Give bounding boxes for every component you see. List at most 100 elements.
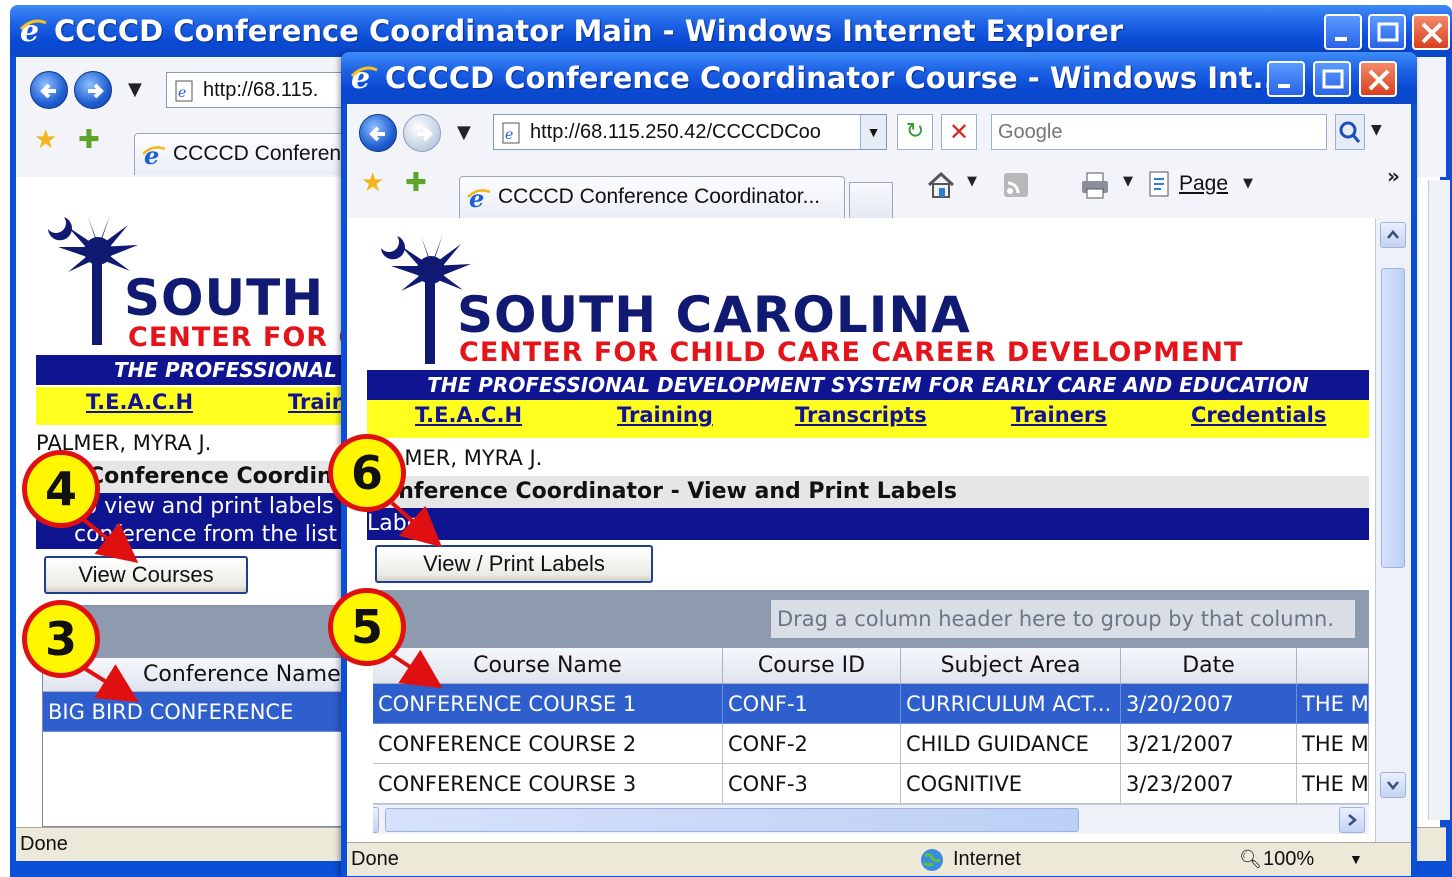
svg-text:e: e xyxy=(178,85,186,101)
callout-6: 6 xyxy=(328,434,406,512)
front-close-button[interactable] xyxy=(1359,61,1397,97)
row2-date[interactable]: 3/21/2007 xyxy=(1121,724,1297,764)
page-dropdown-icon[interactable]: ▼ xyxy=(1243,176,1253,191)
row3-extra[interactable]: THE M xyxy=(1297,764,1369,804)
front-site-nav: T.E.A.C.H Training Transcripts Trainers … xyxy=(367,400,1369,438)
scroll-down-button[interactable] xyxy=(1380,772,1406,798)
callout-5: 5 xyxy=(328,588,406,666)
back-close-button[interactable] xyxy=(1412,14,1450,50)
row2-course-id[interactable]: CONF-2 xyxy=(723,724,901,764)
back-col-conference-name[interactable]: Conference Name xyxy=(43,658,381,692)
front-site-subtitle: CENTER FOR CHILD CARE CAREER DEVELOPMENT xyxy=(459,337,1244,368)
front-status-text: Done xyxy=(351,848,399,870)
row1-course-name[interactable]: CONFERENCE COURSE 1 xyxy=(373,684,723,724)
nav-training-link[interactable]: Training xyxy=(617,403,713,427)
toolbar-overflow-icon[interactable]: » xyxy=(1387,164,1400,188)
row2-subject-area[interactable]: CHILD GUIDANCE xyxy=(901,724,1121,764)
row3-course-id[interactable]: CONF-3 xyxy=(723,764,901,804)
front-banner-text: THE PROFESSIONAL DEVELOPMENT SYSTEM FOR … xyxy=(427,373,1309,397)
view-courses-button[interactable]: View Courses xyxy=(44,556,248,594)
back-grid-row[interactable]: BIG BIRD CONFERENCE xyxy=(43,692,381,732)
row2-extra[interactable]: THE M xyxy=(1297,724,1369,764)
nav-credentials-link[interactable]: Credentials xyxy=(1191,403,1326,427)
course-grid: Drag a column header here to group by th… xyxy=(373,590,1369,842)
back-tab-label: CCCCD Conferenc xyxy=(173,142,352,165)
row2-course-name[interactable]: CONFERENCE COURSE 2 xyxy=(373,724,723,764)
back-tab[interactable]: e CCCCD Conferenc xyxy=(134,133,364,175)
back-minimize-button[interactable] xyxy=(1324,14,1362,50)
add-favorites-icon[interactable]: ✚ xyxy=(405,168,427,198)
row3-subject-area[interactable]: COGNITIVE xyxy=(901,764,1121,804)
back-nav-training-link[interactable]: Train xyxy=(288,390,347,414)
row3-course-name[interactable]: CONFERENCE COURSE 3 xyxy=(373,764,723,804)
col-course-id[interactable]: Course ID xyxy=(723,648,901,684)
refresh-button[interactable]: ↻ xyxy=(897,114,933,150)
back-back-button[interactable] xyxy=(30,71,68,109)
group-by-hint: Drag a column header here to group by th… xyxy=(771,600,1355,638)
favorites-star-icon[interactable]: ★ xyxy=(34,125,57,155)
back-banner-text: THE PROFESSIONAL D xyxy=(114,358,361,382)
front-address-bar[interactable]: e http://68.115.250.42/CCCCDCoo ▼ xyxy=(493,114,887,150)
page-vertical-scrollbar[interactable] xyxy=(1375,218,1411,842)
zoom-level[interactable]: 100% xyxy=(1263,843,1314,875)
grid-horizontal-scrollbar[interactable] xyxy=(373,804,1369,834)
back-forward-button[interactable] xyxy=(74,71,112,109)
row1-course-id[interactable]: CONF-1 xyxy=(723,684,901,724)
print-dropdown-icon[interactable]: ▼ xyxy=(1123,174,1133,189)
vertical-scroll-thumb[interactable] xyxy=(1381,268,1405,568)
nav-transcripts-link[interactable]: Transcripts xyxy=(795,403,927,427)
home-dropdown-icon[interactable]: ▼ xyxy=(967,174,977,189)
back-history-dropdown-icon[interactable]: ▼ xyxy=(128,79,142,100)
front-back-button[interactable] xyxy=(359,114,397,152)
front-forward-button[interactable] xyxy=(403,114,441,152)
nav-teach-link[interactable]: T.E.A.C.H xyxy=(415,403,522,427)
back-window-title: CCCCD Conference Coordinator Main - Wind… xyxy=(54,14,1124,48)
ie-logo-icon: e xyxy=(350,62,378,92)
front-site-banner: THE PROFESSIONAL DEVELOPMENT SYSTEM FOR … xyxy=(367,370,1369,400)
front-maximize-button[interactable] xyxy=(1313,61,1351,97)
back-maximize-button[interactable] xyxy=(1368,14,1406,50)
feeds-icon[interactable] xyxy=(1003,172,1029,198)
back-address-text: http://68.115. xyxy=(203,79,319,101)
new-tab-button[interactable] xyxy=(849,182,893,218)
row3-date[interactable]: 3/23/2007 xyxy=(1121,764,1297,804)
col-course-name[interactable]: Course Name xyxy=(373,648,723,684)
favorites-star-icon[interactable]: ★ xyxy=(361,168,384,198)
col-extra[interactable] xyxy=(1297,648,1369,684)
search-input[interactable] xyxy=(991,114,1327,150)
row1-extra[interactable]: THE M xyxy=(1297,684,1369,724)
page-menu-button[interactable]: Page xyxy=(1179,172,1228,196)
address-dropdown-icon[interactable]: ▼ xyxy=(860,115,886,149)
horizontal-scroll-thumb[interactable] xyxy=(385,808,1079,832)
home-icon[interactable] xyxy=(925,170,957,200)
front-minimize-button[interactable] xyxy=(1267,61,1305,97)
callout-3: 3 xyxy=(22,600,100,678)
svg-text:e: e xyxy=(469,185,484,211)
row1-subject-area[interactable]: CURRICULUM ACT... xyxy=(901,684,1121,724)
internet-zone-label: Internet xyxy=(953,848,1021,870)
nav-trainers-link[interactable]: Trainers xyxy=(1011,403,1107,427)
back-nav-teach-link[interactable]: T.E.A.C.H xyxy=(86,390,193,414)
view-print-labels-button[interactable]: View / Print Labels xyxy=(375,545,653,583)
col-date[interactable]: Date xyxy=(1121,648,1297,684)
zoom-dropdown-icon[interactable]: ▼ xyxy=(1349,843,1363,875)
search-button[interactable] xyxy=(1335,114,1365,150)
add-favorites-icon[interactable]: ✚ xyxy=(78,125,100,155)
front-tab[interactable]: e CCCCD Conference Coordinator... xyxy=(459,176,845,218)
print-icon[interactable] xyxy=(1079,170,1111,200)
svg-text:e: e xyxy=(505,127,513,143)
front-toolbar-area: ▼ e http://68.115.250.42/CCCCDCoo ▼ ↻ ✕ … xyxy=(347,104,1411,218)
back-titlebar[interactable]: e CCCCD Conference Coordinator Main - Wi… xyxy=(10,5,1452,57)
page-icon: e xyxy=(502,122,520,144)
stop-button[interactable]: ✕ xyxy=(941,114,977,150)
scroll-left-button[interactable] xyxy=(373,807,379,833)
row1-date[interactable]: 3/20/2007 xyxy=(1121,684,1297,724)
front-titlebar[interactable]: e CCCCD Conference Coordinator Course - … xyxy=(341,52,1417,104)
front-history-dropdown-icon[interactable]: ▼ xyxy=(457,122,471,143)
scroll-right-button[interactable] xyxy=(1339,807,1365,833)
front-section-title-text: Conference Coordinator - View and Print … xyxy=(367,479,957,504)
search-options-icon[interactable]: ▼ xyxy=(1371,122,1382,138)
zoom-icon: 🔍︎ xyxy=(1239,849,1262,869)
col-subject-area[interactable]: Subject Area xyxy=(901,648,1121,684)
scroll-up-button[interactable] xyxy=(1380,222,1406,248)
